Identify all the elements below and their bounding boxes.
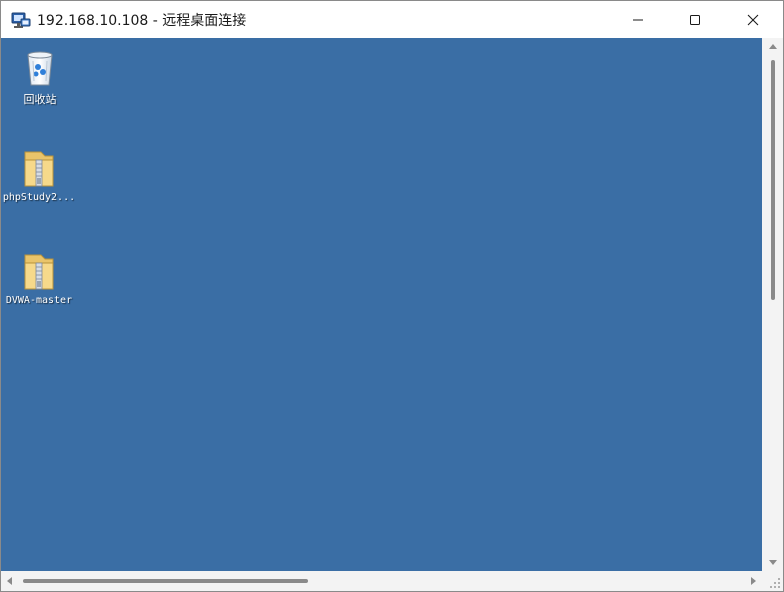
zip-folder-icon <box>24 254 54 290</box>
minimize-button[interactable] <box>615 1 661 38</box>
horizontal-scrollbar[interactable] <box>1 571 762 591</box>
maximize-button[interactable] <box>672 1 718 38</box>
scroll-right-arrow-icon[interactable] <box>751 577 756 585</box>
desktop-icon-label: 回收站 <box>23 93 57 106</box>
desktop-icon-recycle-bin[interactable]: 回收站 <box>2 47 78 107</box>
desktop-icon-label: DVWA-master <box>5 295 73 306</box>
vertical-scroll-thumb[interactable] <box>771 60 775 300</box>
title-bar[interactable]: 192.168.10.108 - 远程桌面连接 <box>1 1 783 38</box>
remote-desktop-area[interactable]: 回收站 phpStudy2... DVWA-master <box>1 38 762 571</box>
scroll-left-arrow-icon[interactable] <box>7 577 12 585</box>
scroll-down-arrow-icon[interactable] <box>769 560 777 565</box>
desktop-icon-phpstudy[interactable]: phpStudy2... <box>1 148 77 203</box>
horizontal-scroll-thumb[interactable] <box>23 579 308 583</box>
recycle-bin-icon <box>27 51 53 86</box>
window-title: 192.168.10.108 - 远程桌面连接 <box>37 13 247 29</box>
maximize-icon <box>690 14 700 25</box>
desktop-icon-label: phpStudy2... <box>2 192 76 203</box>
scroll-up-arrow-icon[interactable] <box>769 44 777 49</box>
zip-folder-icon <box>24 151 54 187</box>
remote-desktop-window: 192.168.10.108 - 远程桌面连接 回收站 phpStudy2...… <box>0 0 784 592</box>
desktop-icon-dvwa[interactable]: DVWA-master <box>1 251 77 306</box>
vertical-scrollbar[interactable] <box>762 38 783 571</box>
close-icon <box>747 14 759 25</box>
resize-grip-icon[interactable] <box>762 571 783 591</box>
minimize-icon <box>633 19 643 20</box>
close-button[interactable] <box>730 1 776 38</box>
remote-desktop-icon[interactable] <box>11 10 31 30</box>
